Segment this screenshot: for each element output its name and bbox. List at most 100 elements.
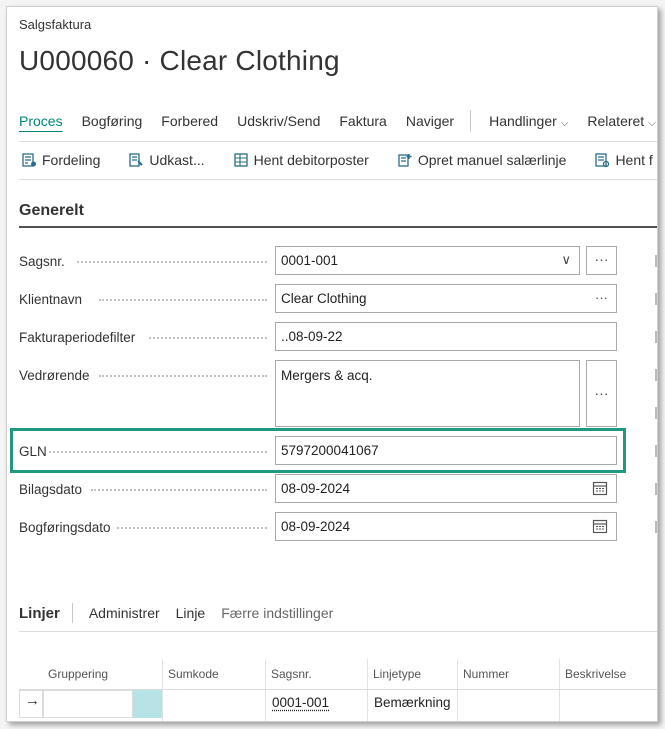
action-hent-debitorposter-label: Hent debitorposter [253, 152, 369, 168]
fakturaperiodefilter-label-text: Fakturaperiodefilter [19, 329, 136, 345]
menu-divider [19, 141, 657, 142]
action-menu-bar: Proces Bogføring Forbered Udskriv/Send F… [19, 109, 657, 133]
lines-action-administrer[interactable]: Administrer [89, 605, 160, 621]
clipped-column-edge [655, 521, 657, 533]
row-linjetype[interactable]: Bemærkning [374, 695, 451, 710]
fakturaperiodefilter-label: Fakturaperiodefilter [19, 327, 135, 347]
lines-title[interactable]: Linjer [19, 605, 60, 622]
action-bar: Fordeling Udkast... Hent debitorposter O… [19, 149, 657, 171]
gruppering-cell[interactable] [43, 690, 133, 718]
bilagsdato-label: Bilagsdato [19, 479, 82, 499]
get-icon [595, 153, 610, 168]
bilagsdato-field[interactable]: 08-09-2024 [275, 474, 617, 503]
chevron-down-icon[interactable]: ∨ [561, 252, 571, 268]
menu-udskriv-send[interactable]: Udskriv/Send [237, 113, 320, 129]
bogforingsdato-label: Bogføringsdato [19, 517, 111, 537]
dotted-leader [149, 337, 267, 339]
action-fordeling[interactable]: Fordeling [19, 152, 100, 168]
column-header-gruppering[interactable]: Gruppering [48, 667, 108, 681]
klientnavn-value: Clear Clothing [281, 291, 367, 306]
action-hent-debitorposter[interactable]: Hent debitorposter [231, 152, 369, 168]
action-divider [19, 179, 657, 180]
menu-bogforing[interactable]: Bogføring [82, 113, 143, 129]
gln-label-text: GLN [19, 443, 47, 459]
menu-handlinger-label: Handlinger [489, 113, 557, 129]
menu-forbered[interactable]: Forbered [161, 113, 218, 129]
action-hent-truncated[interactable]: Hent f [592, 152, 653, 168]
menu-relateret[interactable]: Relateret ⌵ [587, 113, 655, 129]
row-sagsnr[interactable]: 0001-001 [272, 695, 329, 710]
column-header-sumkode[interactable]: Sumkode [168, 667, 219, 681]
menu-handlinger[interactable]: Handlinger ⌵ [489, 113, 568, 129]
dotted-leader [77, 261, 267, 263]
lines-separator [71, 603, 73, 623]
page-title: U000060 · Clear Clothing [19, 45, 340, 76]
column-header-sagsnr[interactable]: Sagsnr. [271, 667, 312, 681]
grid-column-divider [162, 659, 163, 721]
calendar-icon[interactable] [592, 480, 608, 499]
distribution-icon [22, 153, 36, 167]
vedrorende-lookup-button[interactable]: ··· [586, 360, 617, 427]
grid-column-divider [367, 659, 368, 721]
dotted-leader [91, 489, 267, 491]
menu-relateret-label: Relateret [587, 113, 645, 129]
lines-action-linje[interactable]: Linje [176, 605, 206, 621]
section-underline [19, 226, 657, 228]
gln-field[interactable]: 5797200041067 [275, 436, 617, 465]
section-title[interactable]: Generelt [19, 202, 84, 220]
action-udkast[interactable]: Udkast... [126, 152, 205, 168]
bilagsdato-value: 08-09-2024 [281, 481, 351, 496]
vedrorende-label: Vedrørende [19, 365, 90, 385]
calendar-icon[interactable] [592, 518, 608, 537]
draft-icon [129, 153, 144, 167]
create-line-icon [398, 154, 412, 167]
klientnavn-field[interactable]: Clear Clothing ··· [275, 284, 617, 313]
lines-action-faerre-indstillinger[interactable]: Færre indstillinger [221, 605, 333, 621]
clipped-column-edge [655, 255, 657, 267]
action-opret-manuel-salaerlinje[interactable]: Opret manuel salærlinje [395, 152, 567, 168]
fakturaperiodefilter-value: ..08-09-22 [281, 329, 343, 344]
column-header-nummer[interactable]: Nummer [463, 667, 509, 681]
bogforingsdato-label-text: Bogføringsdato [19, 519, 111, 535]
sagsnr-field[interactable]: 0001-001 ∨ [275, 246, 580, 275]
lines-divider [19, 631, 657, 632]
clipped-column-edge [655, 445, 657, 457]
bilagsdato-label-text: Bilagsdato [19, 481, 83, 497]
gln-value: 5797200041067 [281, 443, 379, 458]
grid-column-divider [559, 659, 560, 721]
bogforingsdato-field[interactable]: 08-09-2024 [275, 512, 617, 541]
column-header-linjetype[interactable]: Linjetype [373, 667, 421, 681]
action-opret-manuel-salaerlinje-label: Opret manuel salærlinje [417, 152, 567, 168]
action-hent-truncated-label: Hent f [615, 152, 653, 168]
dotted-leader [99, 375, 267, 377]
vedrorende-label-text: Vedrørende [19, 367, 90, 383]
vedrorende-textarea[interactable]: Mergers & acq. [275, 360, 580, 427]
dotted-leader [49, 451, 267, 453]
breadcrumb[interactable]: Salgsfaktura [19, 17, 91, 32]
menu-faktura[interactable]: Faktura [339, 113, 386, 129]
sagsnr-label-text: Sagsnr. [19, 253, 65, 269]
clipped-column-edge [655, 483, 657, 495]
menu-naviger[interactable]: Naviger [406, 113, 454, 129]
clipped-column-edge [655, 407, 657, 419]
customer-entries-icon [233, 153, 248, 167]
arrow-right-icon: → [25, 692, 40, 709]
action-udkast-label: Udkast... [149, 152, 205, 168]
dotted-leader [99, 299, 267, 301]
gln-label: GLN [19, 441, 47, 461]
vedrorende-value: Mergers & acq. [281, 368, 373, 383]
action-fordeling-label: Fordeling [42, 152, 101, 168]
menu-proces[interactable]: Proces [19, 113, 63, 129]
sagsnr-lookup-button[interactable]: ··· [586, 246, 617, 275]
column-header-beskrivelse[interactable]: Beskrivelse [565, 667, 626, 681]
lines-header: Linjer Administrer Linje Færre indstilli… [19, 603, 349, 623]
klientnavn-lookup-icon[interactable]: ··· [595, 290, 608, 305]
clipped-column-edge [655, 331, 657, 343]
selected-cell[interactable] [133, 690, 162, 718]
sagsnr-label: Sagsnr. [19, 251, 65, 271]
bogforingsdato-value: 08-09-2024 [281, 519, 351, 534]
chevron-down-icon: ⌵ [560, 118, 569, 129]
clipped-column-edge [655, 369, 657, 381]
sagsnr-value: 0001-001 [281, 253, 339, 268]
fakturaperiodefilter-field[interactable]: ..08-09-22 [275, 322, 617, 351]
